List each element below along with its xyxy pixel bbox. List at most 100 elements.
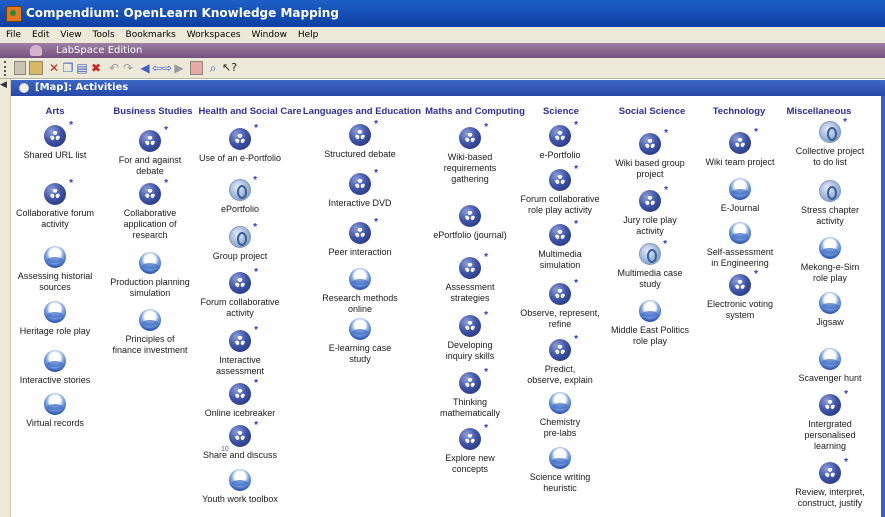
map-node-icon[interactable]: *: [229, 325, 258, 352]
menu-edit[interactable]: Edit: [28, 27, 53, 43]
help-pointer-icon[interactable]: ↖?: [222, 61, 237, 75]
map-node[interactable]: * Online icebreaker: [165, 378, 315, 419]
map-node[interactable]: * Review, interpret, construct, justify: [755, 457, 885, 509]
globe-reference-icon[interactable]: [139, 252, 161, 274]
globe-reference-icon[interactable]: [349, 318, 371, 340]
window-title-bar: Compendium: OpenLearn Knowledge Mapping: [0, 0, 885, 27]
map-node-label: Collective project to do list: [795, 146, 865, 167]
globe-reference-icon[interactable]: [44, 301, 66, 323]
menu-bookmarks[interactable]: Bookmarks: [122, 27, 180, 43]
globe-reference-icon[interactable]: [44, 393, 66, 415]
map-node-icon[interactable]: *: [44, 178, 73, 205]
map-node[interactable]: * Collective project to do list: [755, 117, 885, 168]
map-node-icon[interactable]: *: [229, 378, 258, 405]
menu-help[interactable]: Help: [294, 27, 323, 43]
globe-reference-icon[interactable]: [139, 309, 161, 331]
map-node-icon[interactable]: *: [229, 267, 258, 294]
menu-file[interactable]: File: [0, 27, 25, 43]
new-document-icon[interactable]: [14, 61, 26, 75]
url-reference-icon[interactable]: *: [639, 239, 667, 265]
map-node-icon[interactable]: [459, 205, 481, 227]
map-node[interactable]: Stress chapter activity: [755, 180, 885, 227]
new-item-star-icon: *: [374, 119, 378, 130]
map-node-icon[interactable]: *: [819, 389, 848, 416]
map-node[interactable]: Mekong-e-Sim role play: [755, 237, 885, 284]
url-reference-icon[interactable]: *: [229, 175, 257, 201]
cut-icon[interactable]: ✕: [48, 61, 60, 75]
new-item-star-icon: *: [254, 378, 258, 389]
paste-icon[interactable]: ▤: [76, 61, 88, 75]
compendium-app-icon: [6, 6, 22, 22]
redo-icon[interactable]: ↷: [122, 61, 134, 75]
menu-view[interactable]: View: [56, 27, 85, 43]
map-node-icon[interactable]: *: [729, 127, 758, 154]
map-node-icon[interactable]: *: [459, 310, 488, 337]
map-node-icon[interactable]: *: [549, 120, 578, 147]
map-node[interactable]: * Intergrated personalised learning: [755, 389, 885, 452]
map-node-icon[interactable]: *: [549, 278, 578, 305]
map-node-icon[interactable]: *: [139, 178, 168, 205]
open-folder-icon[interactable]: [29, 61, 43, 75]
globe-reference-icon[interactable]: [549, 392, 571, 414]
url-reference-icon[interactable]: [819, 180, 841, 202]
map-node-label: Science writing heuristic: [529, 472, 591, 493]
map-node-icon[interactable]: *: [44, 120, 73, 147]
map-node-icon[interactable]: *: [639, 185, 668, 212]
map-node-icon[interactable]: *: [459, 252, 488, 279]
map-title: [Map]: Activities: [35, 82, 129, 93]
map-node[interactable]: Virtual records: [0, 393, 130, 429]
globe-reference-icon[interactable]: [44, 246, 66, 268]
map-node-icon[interactable]: *: [549, 219, 578, 246]
map-node-icon[interactable]: *: [139, 125, 168, 152]
globe-reference-icon[interactable]: [819, 237, 841, 259]
copy-icon[interactable]: ❐: [62, 61, 74, 75]
globe-reference-icon[interactable]: [639, 300, 661, 322]
toolbar-grip-icon[interactable]: [4, 61, 10, 76]
map-node-icon[interactable]: *: [349, 217, 378, 244]
search-icon[interactable]: ⌕: [206, 61, 220, 75]
menu-workspaces[interactable]: Workspaces: [183, 27, 245, 43]
map-node-icon[interactable]: *: [459, 423, 488, 450]
map-node-icon[interactable]: *: [729, 269, 758, 296]
map-node-icon[interactable]: *: [639, 128, 668, 155]
new-item-star-icon: *: [254, 325, 258, 336]
globe-reference-icon[interactable]: [349, 268, 371, 290]
delete-icon[interactable]: ✖: [90, 61, 102, 75]
map-node-icon[interactable]: *: [349, 168, 378, 195]
collapse-arrow-icon[interactable]: ◀: [0, 79, 7, 90]
map-node[interactable]: Chemistry pre-labs: [485, 392, 635, 439]
map-node[interactable]: Jigsaw: [755, 292, 885, 328]
column-header-maths-computing: Maths and Computing: [425, 106, 525, 117]
menu-tools[interactable]: Tools: [88, 27, 118, 43]
map-node-icon[interactable]: *: [229, 123, 258, 150]
globe-reference-icon[interactable]: [229, 469, 251, 491]
map-node-icon[interactable]: *: [549, 164, 578, 191]
globe-reference-icon[interactable]: [729, 222, 751, 244]
map-node-label: Predict, observe, explain: [527, 364, 593, 385]
globe-reference-icon[interactable]: [729, 178, 751, 200]
menu-window[interactable]: Window: [247, 27, 291, 43]
map-node-icon[interactable]: *: [349, 119, 378, 146]
map-node[interactable]: Scavenger hunt: [755, 348, 885, 384]
map-node-icon[interactable]: *: [459, 122, 488, 149]
column-header-science: Science: [543, 106, 579, 117]
map-node[interactable]: Youth work toolbox: [165, 469, 315, 505]
undo-icon[interactable]: ↶: [108, 61, 120, 75]
globe-reference-icon[interactable]: [44, 350, 66, 372]
url-reference-icon[interactable]: *: [229, 222, 257, 248]
window-title: Compendium: OpenLearn Knowledge Mapping: [26, 6, 339, 20]
back-forward-icon[interactable]: ⇦⇨: [152, 61, 172, 75]
map-node[interactable]: Science writing heuristic: [485, 447, 635, 494]
map-node-icon[interactable]: *: [819, 457, 848, 484]
map-node[interactable]: * 10 Share and discuss: [165, 420, 315, 461]
forward-icon[interactable]: ▶: [174, 61, 184, 75]
globe-reference-icon[interactable]: [819, 292, 841, 314]
back-icon[interactable]: ◀: [140, 61, 150, 75]
globe-reference-icon[interactable]: [819, 348, 841, 370]
url-reference-icon[interactable]: *: [819, 117, 847, 143]
map-node-icon[interactable]: *: [549, 334, 578, 361]
image-icon[interactable]: [190, 61, 203, 75]
map-node-icon[interactable]: * 10: [221, 420, 258, 453]
map-node-icon[interactable]: *: [459, 367, 488, 394]
globe-reference-icon[interactable]: [549, 447, 571, 469]
